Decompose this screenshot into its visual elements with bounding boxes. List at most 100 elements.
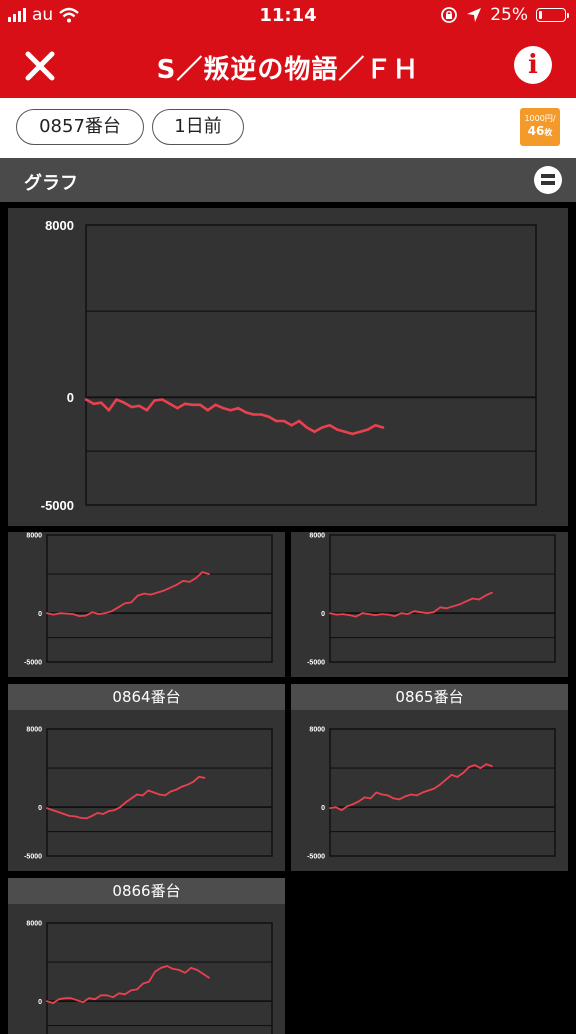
data-point xyxy=(183,402,187,406)
unit-label-0865[interactable]: 0865番台 xyxy=(291,684,568,710)
data-point xyxy=(107,408,111,412)
data-point xyxy=(115,398,118,401)
unit-label-0864[interactable]: 0864番台 xyxy=(8,684,285,710)
data-point xyxy=(168,402,172,406)
data-point xyxy=(305,426,309,429)
data-point xyxy=(358,430,362,434)
data-point xyxy=(237,406,240,410)
data-point xyxy=(74,815,76,818)
graph-section-header: グラフ xyxy=(0,158,576,202)
data-point xyxy=(46,612,48,615)
graph-svg: 8000 0 -5000 xyxy=(24,533,273,667)
y-tick-label: 0 xyxy=(38,999,42,1006)
data-point xyxy=(198,776,200,778)
data-point xyxy=(458,603,461,606)
data-point xyxy=(478,598,480,601)
data-point xyxy=(94,998,96,1001)
data-point xyxy=(400,612,403,615)
plot-area xyxy=(329,534,556,663)
unit-graph-panel[interactable]: 80000-5000 xyxy=(291,532,568,677)
unit-label-0866[interactable]: 0866番台 xyxy=(8,878,285,904)
data-point xyxy=(84,398,88,401)
data-point xyxy=(366,428,370,431)
data-point xyxy=(485,763,488,766)
data-point xyxy=(178,969,180,971)
data-point xyxy=(136,594,139,597)
data-point xyxy=(51,809,54,811)
data-point xyxy=(206,408,210,412)
data-point xyxy=(313,430,316,434)
data-point xyxy=(78,615,81,617)
data-point xyxy=(79,817,82,819)
data-point xyxy=(124,801,127,804)
data-point xyxy=(57,811,60,813)
data-point xyxy=(334,806,337,809)
data-point xyxy=(119,806,121,809)
data-point xyxy=(393,615,396,617)
data-point xyxy=(415,794,418,797)
data-point xyxy=(439,783,441,786)
unit-selector-button[interactable]: 0857番台 xyxy=(16,109,144,145)
data-point xyxy=(142,982,144,985)
data-point xyxy=(375,791,378,794)
data-point xyxy=(46,807,48,809)
data-point xyxy=(169,790,172,793)
data-point xyxy=(136,793,138,796)
data-point xyxy=(297,419,301,423)
list-toggle-icon[interactable] xyxy=(534,166,562,194)
battery-percent: 25% xyxy=(490,5,528,25)
data-point xyxy=(358,800,360,803)
y-tick-label: -5000 xyxy=(307,854,325,861)
data-point xyxy=(479,767,482,769)
unit-graph-panel[interactable]: 80000-5000 xyxy=(8,532,285,677)
data-point xyxy=(130,405,133,409)
y-tick-label: -5000 xyxy=(24,854,42,861)
data-point xyxy=(85,817,88,820)
unit-graph-panel[interactable]: 80000-5000 xyxy=(8,904,285,1034)
data-point xyxy=(329,807,331,809)
data-point xyxy=(52,1002,54,1004)
data-point xyxy=(413,610,416,613)
data-point xyxy=(175,583,178,586)
unit-graph-panel[interactable]: 8000 0 -5000 xyxy=(8,710,285,871)
data-point xyxy=(160,398,164,401)
plot-area xyxy=(46,728,273,857)
data-point xyxy=(100,994,102,997)
data-point xyxy=(426,612,429,615)
y-tick-label: 0 xyxy=(321,805,325,812)
y-tick-label: 8000 xyxy=(26,921,42,928)
unit-graph-panel[interactable]: 8000 0 -5000 xyxy=(291,710,568,871)
data-point xyxy=(97,613,100,615)
main-graph-panel[interactable]: 8000 0 -5000 xyxy=(8,208,568,526)
data-point xyxy=(208,976,210,979)
data-point xyxy=(122,401,126,404)
data-point xyxy=(141,794,144,797)
data-point xyxy=(465,600,467,603)
info-icon[interactable]: i xyxy=(514,46,552,84)
data-point xyxy=(410,793,412,796)
data-point xyxy=(328,424,332,427)
data-point xyxy=(468,766,470,768)
data-point xyxy=(282,419,286,423)
data-point xyxy=(335,613,338,616)
y-tick-label: -5000 xyxy=(24,660,42,667)
status-bar: au 11:14 25% xyxy=(0,0,576,32)
y-tick-label: -5000 xyxy=(307,660,325,667)
data-point xyxy=(148,980,150,983)
rotation-lock-icon xyxy=(441,7,458,23)
y-tick-label: 8000 xyxy=(309,727,325,734)
coin-rate-count: 46枚 xyxy=(527,124,553,138)
data-point xyxy=(72,613,74,615)
data-point xyxy=(158,793,161,796)
data-point xyxy=(106,994,108,997)
data-point xyxy=(162,589,165,592)
data-point xyxy=(113,809,116,811)
coin-rate-badge[interactable]: 1000円/ 46枚 xyxy=(520,108,560,146)
data-point xyxy=(88,997,90,1000)
data-point xyxy=(368,613,370,615)
y-tick-label: 8000 xyxy=(26,727,42,734)
data-point xyxy=(445,607,448,610)
day-selector-button[interactable]: 1日前 xyxy=(152,109,244,145)
y-tick-label: 0 xyxy=(38,805,42,812)
data-point xyxy=(450,774,453,776)
